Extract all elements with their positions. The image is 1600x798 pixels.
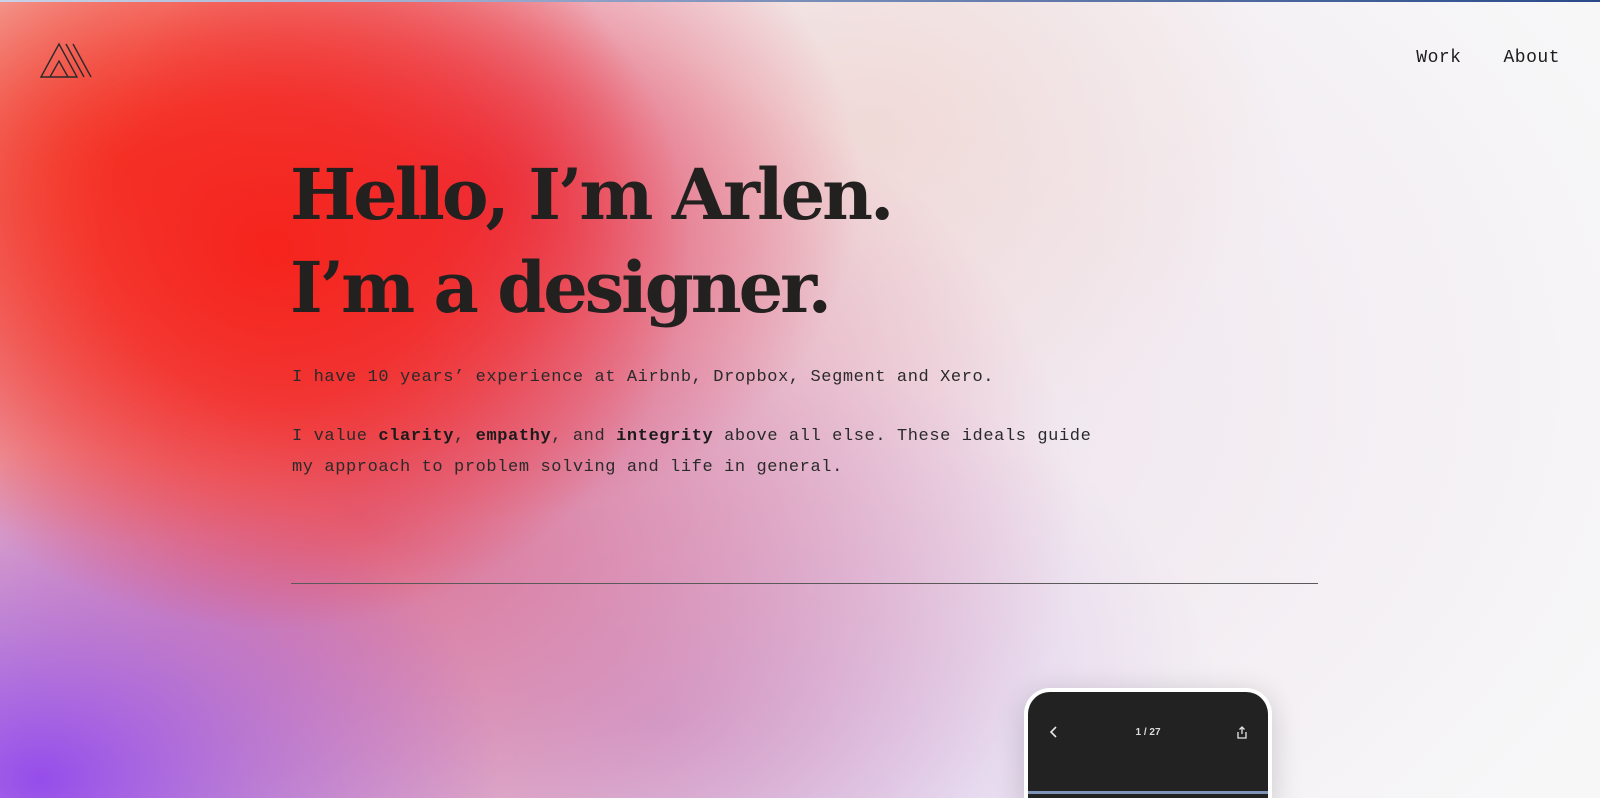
value-integrity: integrity	[616, 427, 714, 446]
hero-heading-line-1: Hello, I’m Arlen.	[290, 153, 894, 236]
phone-preview[interactable]: 1 / 27	[1024, 688, 1272, 798]
top-border	[0, 0, 1600, 2]
value-empathy: empathy	[475, 427, 552, 446]
values-paragraph: I value clarity, empathy, and integrity …	[292, 421, 1092, 483]
phone-toolbar: 1 / 27	[1028, 722, 1268, 742]
phone-screen-edge	[1028, 791, 1268, 794]
logo-icon[interactable]	[39, 42, 96, 78]
triangle-stripes-logo-icon	[39, 42, 92, 78]
value-clarity: clarity	[378, 427, 455, 446]
nav-link-about[interactable]: About	[1503, 48, 1560, 68]
main-nav: Work About	[1416, 48, 1560, 68]
chevron-left-icon[interactable]	[1046, 724, 1062, 740]
values-separator-2: , and	[551, 427, 617, 446]
hero-heading-line-2: I’m a designer.	[290, 246, 832, 329]
nav-link-work[interactable]: Work	[1416, 48, 1461, 68]
intro-text: I have 10 years’ experience at Airbnb, D…	[292, 362, 1092, 483]
experience-paragraph: I have 10 years’ experience at Airbnb, D…	[292, 368, 995, 387]
slide-counter: 1 / 27	[1135, 726, 1161, 738]
values-separator-1: ,	[454, 427, 476, 446]
values-prefix: I value	[292, 427, 379, 446]
share-icon[interactable]	[1234, 724, 1250, 740]
section-divider	[291, 583, 1318, 584]
hero-heading: Hello, I’m Arlen. I’m a designer.	[290, 148, 894, 334]
hero: Hello, I’m Arlen. I’m a designer.	[290, 148, 894, 334]
